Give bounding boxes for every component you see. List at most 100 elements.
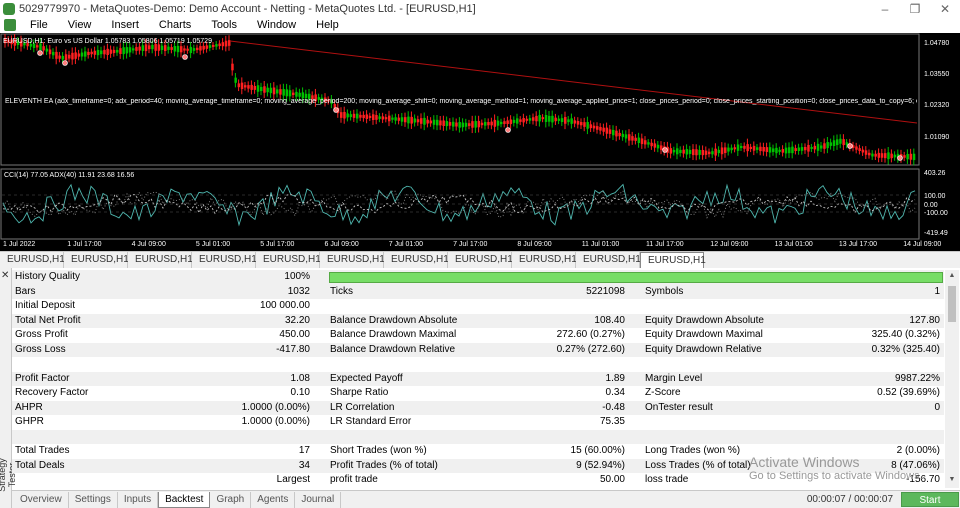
report-value: 1.0000 (0.00%)	[241, 401, 310, 413]
report-value: 32.20	[284, 314, 310, 326]
candle-body	[836, 139, 839, 146]
tester-tab-backtest[interactable]: Backtest	[158, 492, 211, 508]
candle-body	[695, 149, 698, 156]
report-value: 1032	[287, 285, 310, 297]
candle-body	[784, 147, 788, 154]
candle-body	[247, 85, 250, 89]
scroll-up-icon[interactable]: ▲	[947, 272, 957, 282]
candle-body	[535, 115, 538, 122]
history-quality-row: History Quality 100%	[12, 270, 944, 285]
chart-tab-4[interactable]: EURUSD,H1	[192, 252, 257, 268]
time-axis-label: 6 Jul 09:00	[325, 241, 359, 248]
close-button[interactable]: ✕	[930, 0, 960, 18]
price-chart[interactable]: 1.04780 1.03550 1.02320 1.01090 403.26 100.00…	[0, 33, 960, 251]
candle-body	[250, 84, 253, 90]
maximize-button[interactable]: ❐	[900, 0, 930, 18]
tester-tab-overview[interactable]: Overview	[14, 492, 69, 508]
chart-tab-10[interactable]: EURUSD,H1	[576, 252, 641, 268]
chart-tab-11[interactable]: EURUSD,H1	[640, 252, 706, 268]
tester-tab-graph[interactable]: Graph	[210, 492, 252, 508]
trade-marker	[333, 107, 339, 113]
price-axis-label: 403.26	[924, 170, 946, 177]
candle-body	[151, 44, 154, 50]
scroll-thumb[interactable]	[948, 286, 956, 322]
report-label: Bars	[15, 285, 36, 297]
candle-body	[164, 45, 167, 52]
candle-body	[448, 122, 452, 126]
scroll-down-icon[interactable]: ▼	[947, 476, 957, 486]
candle-body	[640, 138, 644, 145]
candle-body	[455, 122, 458, 127]
report-value: Largest	[276, 474, 310, 485]
report-row: Profit Factor 1.08 Expected Payoff 1.89 Marg…	[12, 371, 944, 386]
candle-body	[429, 120, 433, 124]
moving-average-line	[229, 40, 918, 124]
chart-tab-5[interactable]: EURUSD,H1	[256, 252, 321, 268]
price-axis-label: 1.01090	[924, 134, 949, 141]
menu-window[interactable]: Window	[247, 18, 306, 32]
time-axis-label: 1 Jul 2022	[3, 241, 35, 248]
candle-body	[788, 147, 791, 154]
menu-charts[interactable]: Charts	[149, 18, 201, 32]
menu-tools[interactable]: Tools	[201, 18, 247, 32]
tester-tab-journal[interactable]: Journal	[295, 492, 342, 508]
tester-tab-settings[interactable]: Settings	[69, 492, 118, 508]
candle-body	[612, 129, 615, 136]
candle-body	[269, 87, 273, 94]
menu-view[interactable]: View	[58, 18, 102, 32]
indicator-label: CCI(14) 77.05 ADX(40) 11.91 23.68 16.56	[4, 172, 135, 179]
menu-file[interactable]: File	[20, 18, 58, 32]
menu-insert[interactable]: Insert	[101, 18, 149, 32]
candle-body	[887, 152, 890, 160]
tester-tab-agents[interactable]: Agents	[251, 492, 296, 508]
candle-body	[778, 149, 781, 152]
candle-body	[125, 47, 129, 54]
candle-body	[768, 147, 772, 153]
report-scrollbar[interactable]: ▲ ▼	[945, 270, 959, 488]
candle-body	[647, 142, 650, 145]
menu-help[interactable]: Help	[306, 18, 349, 32]
candle-body	[669, 148, 673, 154]
chart-tab-6[interactable]: EURUSD,H1	[320, 252, 385, 268]
report-label: Gross Profit	[15, 329, 68, 340]
chart-window-icon[interactable]	[4, 19, 16, 31]
candle-body	[157, 44, 161, 51]
candle-body	[592, 125, 596, 129]
tester-tab-inputs[interactable]: Inputs	[118, 492, 159, 508]
close-icon[interactable]: ✕	[1, 270, 9, 281]
candle-body	[490, 121, 493, 126]
chart-tab-1[interactable]: EURUSD,H1	[0, 252, 65, 268]
chart-tab-2[interactable]: EURUSD,H1	[64, 252, 129, 268]
chart-tab-7[interactable]: EURUSD,H1	[384, 252, 449, 268]
chart-tab-9[interactable]: EURUSD,H1	[512, 252, 577, 268]
report-value: 1.0000 (0.00%)	[241, 416, 310, 427]
candle-body	[580, 122, 583, 126]
candle-body	[218, 43, 221, 47]
report-value: 450.00	[279, 329, 310, 340]
candle-body	[509, 119, 513, 125]
candle-body	[596, 126, 599, 130]
candle-body	[560, 118, 564, 123]
start-button[interactable]: Start	[901, 492, 959, 507]
candle-body	[384, 117, 388, 120]
chart-tabs: EURUSD,H1 EURUSD,H1 EURUSD,H1 EURUSD,H1 EURU…	[0, 251, 960, 268]
chart-tab-3[interactable]: EURUSD,H1	[128, 252, 193, 268]
candle-body	[295, 91, 298, 97]
candle-body	[215, 44, 218, 47]
candle-body	[64, 54, 68, 61]
chart-tab-8[interactable]: EURUSD,H1	[448, 252, 513, 268]
time-axis-label: 11 Jul 01:00	[582, 241, 620, 248]
candle-body	[84, 51, 87, 57]
candle-body	[720, 147, 724, 155]
candle-body	[874, 153, 877, 157]
candle-body	[621, 133, 625, 138]
indicator-line	[2, 183, 916, 227]
candle-body	[813, 145, 817, 150]
time-axis-label: 5 Jul 17:00	[260, 241, 294, 248]
chart-canvas: 1.04780 1.03550 1.02320 1.01090 403.26 100.00…	[0, 33, 949, 248]
candle-body	[189, 46, 193, 54]
price-axis-label: 1.02320	[924, 102, 949, 109]
report-value: 75.35	[599, 416, 625, 427]
candle-body	[132, 48, 135, 51]
minimize-button[interactable]: –	[870, 0, 900, 18]
